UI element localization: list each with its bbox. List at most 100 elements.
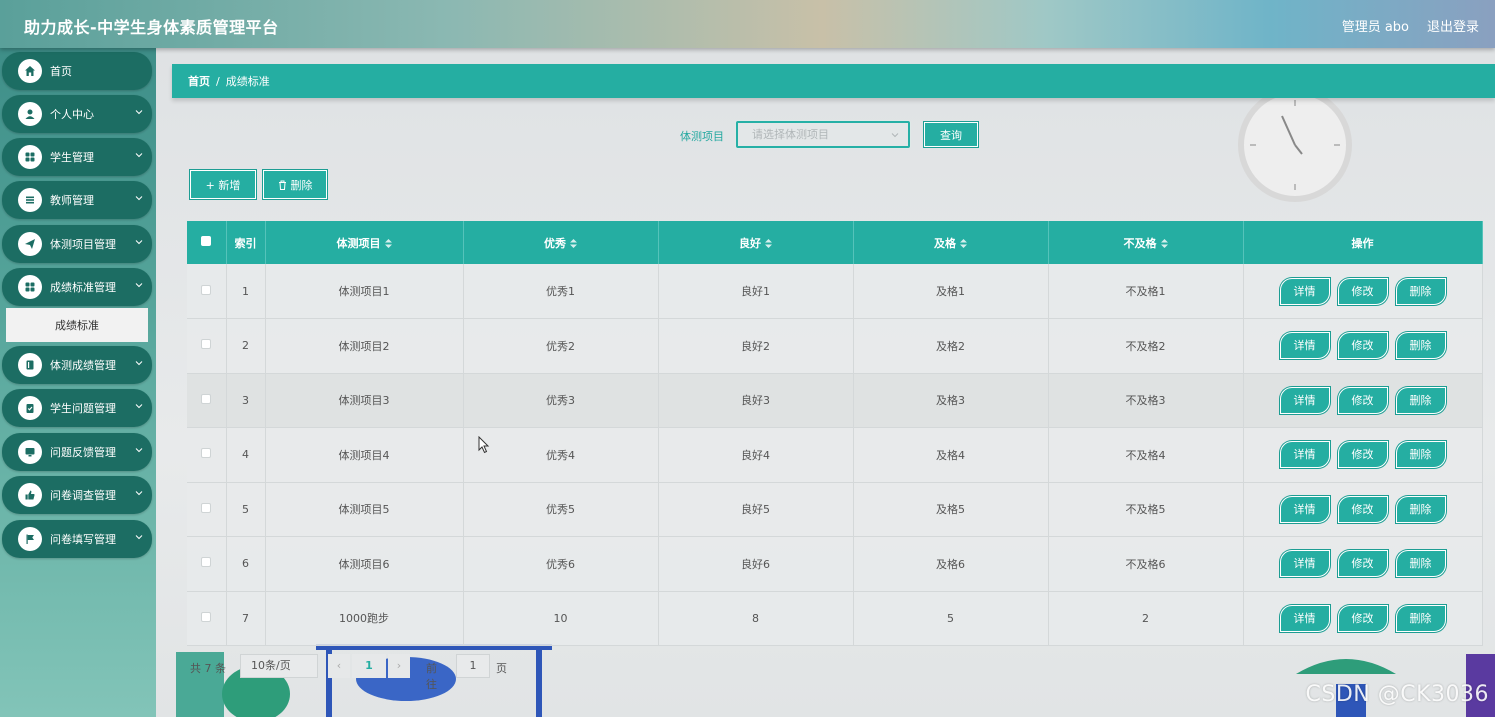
select-placeholder: 请选择体测项目 — [752, 128, 829, 141]
sidebar-item-profile[interactable]: 个人中心 — [2, 95, 152, 133]
sidebar-item-label: 问卷填写管理 — [50, 533, 116, 546]
sidebar-item-test-scores[interactable]: 体测成绩管理 — [2, 346, 152, 384]
current-user: 管理员 abo — [1341, 20, 1409, 35]
cell-excellent: 优秀4 — [463, 427, 659, 483]
cell-pass: 及格5 — [853, 482, 1049, 537]
detail-button[interactable]: 详情 — [1279, 386, 1330, 414]
column-header-label: 体测项目 — [336, 236, 381, 250]
detail-button[interactable]: 详情 — [1279, 277, 1330, 305]
column-header-pass[interactable]: 及格 — [853, 221, 1049, 264]
row-select-cell — [187, 482, 227, 537]
row-checkbox[interactable] — [201, 339, 212, 350]
user-icon — [18, 102, 42, 126]
cell-item: 体测项目6 — [265, 536, 464, 592]
search-button[interactable]: 查询 — [924, 122, 978, 147]
test-item-select[interactable]: 请选择体测项目 — [736, 121, 910, 148]
chevron-down-icon — [135, 448, 143, 453]
cell-item: 体测项目2 — [265, 318, 464, 374]
delete-button[interactable]: 删除 — [1395, 441, 1446, 469]
sidebar-item-label: 个人中心 — [50, 108, 94, 121]
score-standard-table: 索引 体测项目 优秀 良好 及格 不及格 操作 1 体测项目1 优秀1 良好1 及格1 不… — [187, 221, 1483, 646]
edit-button[interactable]: 修改 — [1337, 332, 1388, 360]
next-page-button[interactable]: › — [388, 654, 410, 678]
cell-item: 体测项目1 — [265, 264, 464, 319]
logout-link[interactable]: 退出登录 — [1427, 16, 1479, 35]
cell-index: 2 — [226, 318, 266, 374]
goto-page-input[interactable]: 1 — [456, 654, 490, 678]
search-label: 体测项目 — [680, 130, 724, 143]
delete-button[interactable]: 删除 — [1395, 604, 1446, 632]
cell-item: 体测项目5 — [265, 482, 464, 537]
detail-button[interactable]: 详情 — [1279, 332, 1330, 360]
batch-delete-button[interactable]: 删除 — [263, 170, 327, 199]
row-select-cell — [187, 264, 227, 319]
sidebar-item-label: 体测项目管理 — [50, 238, 116, 251]
table-row: 6 体测项目6 优秀6 良好6 及格6 不及格6 详情 修改 删除 — [187, 536, 1483, 592]
sidebar-subitem-score-standard[interactable]: 成绩标准 — [6, 308, 148, 342]
column-header-item[interactable]: 体测项目 — [265, 221, 464, 264]
sidebar-item-test-items[interactable]: 体测项目管理 — [2, 225, 152, 263]
cell-index: 4 — [226, 427, 266, 483]
sidebar-item-home[interactable]: 首页 — [2, 52, 152, 90]
row-checkbox[interactable] — [201, 448, 212, 459]
select-all-checkbox[interactable] — [201, 236, 212, 246]
row-checkbox[interactable] — [201, 502, 212, 513]
column-header-fail[interactable]: 不及格 — [1048, 221, 1244, 264]
batch-delete-label: 删除 — [290, 178, 313, 192]
watermark: CSDN @CK3036 — [1305, 682, 1489, 707]
edit-button[interactable]: 修改 — [1337, 386, 1388, 414]
grid-icon — [18, 145, 42, 169]
column-header-excellent[interactable]: 优秀 — [463, 221, 659, 264]
row-checkbox[interactable] — [201, 393, 212, 404]
page-size-select[interactable]: 10条/页 — [240, 654, 318, 678]
chevron-down-icon — [135, 240, 143, 245]
add-button[interactable]: + 新增 — [190, 170, 256, 199]
edit-button[interactable]: 修改 — [1337, 277, 1388, 305]
table-row: 3 体测项目3 优秀3 良好3 及格3 不及格3 详情 修改 删除 — [187, 373, 1483, 428]
sidebar-item-students[interactable]: 学生管理 — [2, 138, 152, 176]
sidebar-item-score-standards[interactable]: 成绩标准管理 — [2, 268, 152, 306]
sidebar-item-feedback[interactable]: 问题反馈管理 — [2, 433, 152, 471]
cell-fail: 不及格6 — [1048, 536, 1244, 592]
cell-item: 体测项目4 — [265, 427, 464, 483]
flag-icon — [18, 527, 42, 551]
column-header-good[interactable]: 良好 — [658, 221, 854, 264]
detail-button[interactable]: 详情 — [1279, 550, 1330, 578]
sort-icon — [384, 239, 392, 248]
delete-button[interactable]: 删除 — [1395, 550, 1446, 578]
breadcrumb-home[interactable]: 首页 — [188, 73, 210, 89]
cell-excellent: 优秀3 — [463, 373, 659, 428]
delete-button[interactable]: 删除 — [1395, 277, 1446, 305]
edit-button[interactable]: 修改 — [1337, 550, 1388, 578]
book-icon — [18, 353, 42, 377]
detail-button[interactable]: 详情 — [1279, 495, 1330, 523]
sidebar-item-surveys[interactable]: 问卷调查管理 — [2, 476, 152, 514]
detail-button[interactable]: 详情 — [1279, 441, 1330, 469]
page-number-1[interactable]: 1 — [352, 654, 386, 678]
cell-good: 良好2 — [658, 318, 854, 374]
row-checkbox[interactable] — [201, 284, 212, 295]
delete-button[interactable]: 删除 — [1395, 495, 1446, 523]
delete-button[interactable]: 删除 — [1395, 386, 1446, 414]
sidebar-item-survey-answers[interactable]: 问卷填写管理 — [2, 520, 152, 558]
detail-button[interactable]: 详情 — [1279, 604, 1330, 632]
delete-button[interactable]: 删除 — [1395, 332, 1446, 360]
trash-icon — [278, 180, 286, 190]
sidebar-item-teachers[interactable]: 教师管理 — [2, 181, 152, 219]
edit-button[interactable]: 修改 — [1337, 604, 1388, 632]
table-row: 5 体测项目5 优秀5 良好5 及格5 不及格5 详情 修改 删除 — [187, 482, 1483, 537]
grid-icon — [18, 275, 42, 299]
select-all-cell — [187, 221, 227, 264]
edit-button[interactable]: 修改 — [1337, 441, 1388, 469]
row-checkbox[interactable] — [201, 557, 212, 568]
cell-excellent: 优秀5 — [463, 482, 659, 537]
main-content: 首页 / 成绩标准 体测项目 请选择体测项目 查询 + 新增 删除 索引 体测项… — [156, 48, 1495, 717]
top-header: 助力成长-中学生身体素质管理平台 管理员 abo 退出登录 — [0, 0, 1495, 48]
chevron-down-icon — [135, 361, 143, 366]
prev-page-button[interactable]: ‹ — [328, 654, 350, 678]
sidebar-item-student-issues[interactable]: 学生问题管理 — [2, 389, 152, 427]
row-checkbox[interactable] — [201, 611, 212, 622]
sidebar: 首页 个人中心 学生管理 教师管理 体测项目管理 成绩标准管理 成绩标准 体测成… — [0, 48, 156, 717]
edit-button[interactable]: 修改 — [1337, 495, 1388, 523]
goto-label: 前往 — [426, 662, 437, 691]
